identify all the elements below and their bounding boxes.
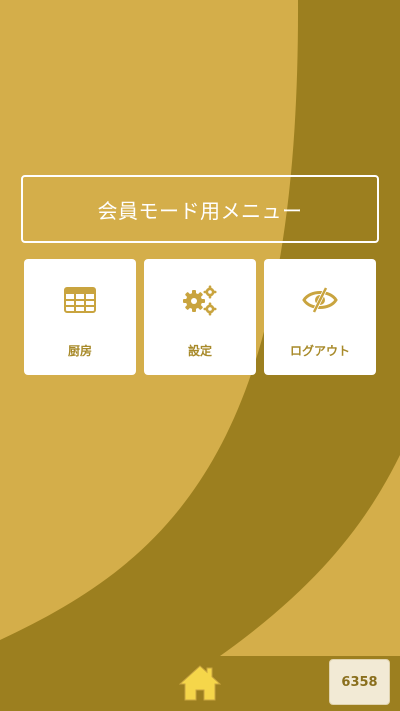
settings-label: 設定	[187, 344, 212, 358]
kitchen-button[interactable]: 厨房	[24, 259, 136, 375]
member-menu-title-text: 会員モード用メニュー	[97, 198, 303, 223]
table-grid-icon	[64, 283, 96, 317]
logout-label: ログアウト	[289, 344, 350, 358]
kitchen-label: 厨房	[67, 344, 92, 358]
eye-slash-icon	[302, 283, 338, 317]
member-menu-title: 会員モード用メニュー	[21, 175, 379, 243]
logout-button[interactable]: ログアウト	[264, 259, 376, 375]
user-id-text: 6358	[341, 674, 378, 690]
user-id-badge[interactable]: 6358	[329, 659, 390, 705]
gears-icon	[181, 283, 219, 317]
settings-button[interactable]: 設定	[144, 259, 256, 375]
home-icon	[178, 665, 222, 701]
home-button[interactable]	[178, 664, 222, 702]
